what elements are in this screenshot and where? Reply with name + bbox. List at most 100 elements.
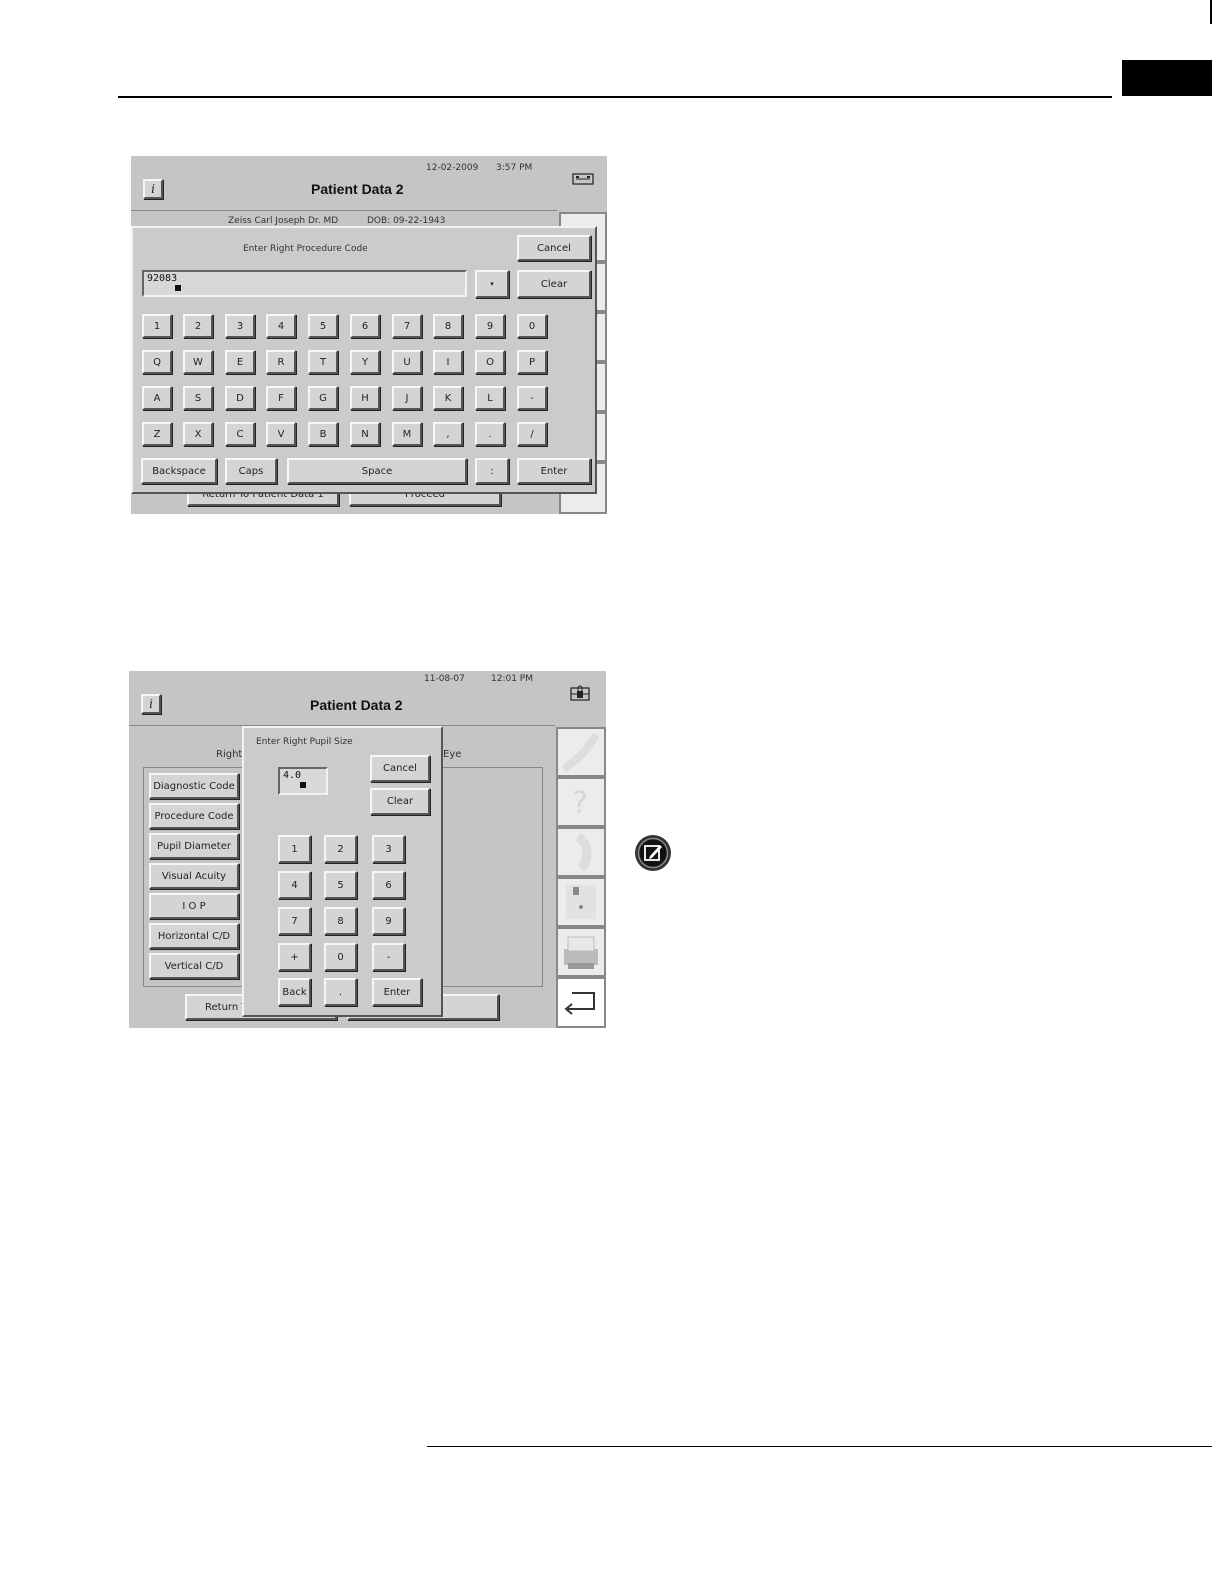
- key-3-9[interactable]: /: [517, 422, 547, 446]
- keyboard-dialog: Enter Right Procedure Code Cancel 92083 …: [131, 226, 597, 494]
- key-1-7[interactable]: I: [433, 350, 463, 374]
- key-3-7[interactable]: ,: [433, 422, 463, 446]
- data-button-6[interactable]: Vertical C/D: [149, 953, 239, 979]
- colon-key[interactable]: :: [475, 458, 509, 484]
- key-3-4[interactable]: B: [308, 422, 338, 446]
- person-icon[interactable]: [556, 827, 606, 877]
- clear-button[interactable]: Clear: [517, 270, 591, 298]
- dot-key[interactable]: .: [324, 978, 357, 1006]
- key-3-1[interactable]: X: [183, 422, 213, 446]
- key-2-8[interactable]: L: [475, 386, 505, 410]
- print-icon[interactable]: [556, 927, 606, 977]
- clear-button[interactable]: Clear: [370, 788, 430, 815]
- keypad-key-3-1[interactable]: 0: [324, 943, 357, 971]
- key-1-0[interactable]: Q: [142, 350, 172, 374]
- key-0-8[interactable]: 9: [475, 314, 505, 338]
- data-button-4[interactable]: I O P: [149, 893, 239, 919]
- key-0-9[interactable]: 0: [517, 314, 547, 338]
- patient-name: Zeiss Carl Joseph Dr. MD: [228, 216, 339, 226]
- key-3-8[interactable]: .: [475, 422, 505, 446]
- page-title: Patient Data 2: [311, 181, 404, 197]
- enter-button[interactable]: Enter: [372, 978, 422, 1006]
- lock-network-icon: [569, 684, 591, 702]
- keypad-key-3-2[interactable]: -: [372, 943, 405, 971]
- help-icon[interactable]: ?: [556, 777, 606, 827]
- keypad-key-2-0[interactable]: 7: [278, 907, 311, 935]
- key-0-2[interactable]: 3: [225, 314, 255, 338]
- data-button-1[interactable]: Procedure Code: [149, 803, 239, 829]
- key-3-3[interactable]: V: [266, 422, 296, 446]
- key-1-5[interactable]: Y: [350, 350, 380, 374]
- header-divider: [131, 210, 557, 211]
- keypad-key-3-0[interactable]: +: [278, 943, 311, 971]
- key-2-4[interactable]: G: [308, 386, 338, 410]
- data-button-2[interactable]: Pupil Diameter: [149, 833, 239, 859]
- footer-rule: [427, 1446, 1212, 1447]
- back-button[interactable]: Back: [278, 978, 311, 1006]
- key-2-1[interactable]: S: [183, 386, 213, 410]
- key-2-0[interactable]: A: [142, 386, 172, 410]
- data-button-5[interactable]: Horizontal C/D: [149, 923, 239, 949]
- key-0-4[interactable]: 5: [308, 314, 338, 338]
- keypad-key-1-2[interactable]: 6: [372, 871, 405, 899]
- key-1-1[interactable]: W: [183, 350, 213, 374]
- procedure-code-value: 92083: [147, 273, 178, 284]
- key-2-7[interactable]: K: [433, 386, 463, 410]
- key-0-7[interactable]: 8: [433, 314, 463, 338]
- key-2-3[interactable]: F: [266, 386, 296, 410]
- keypad-key-0-2[interactable]: 3: [372, 835, 405, 863]
- key-3-5[interactable]: N: [350, 422, 380, 446]
- key-1-3[interactable]: R: [266, 350, 296, 374]
- keypad-key-1-1[interactable]: 5: [324, 871, 357, 899]
- key-3-2[interactable]: C: [225, 422, 255, 446]
- save-disk-icon[interactable]: [556, 877, 606, 927]
- dropdown-button[interactable]: ▾: [475, 270, 509, 298]
- keypad-key-2-1[interactable]: 8: [324, 907, 357, 935]
- pupil-size-value: 4.0: [283, 770, 302, 781]
- side-icon-curve[interactable]: [556, 727, 606, 777]
- eye-label: Eye: [443, 749, 462, 760]
- key-1-4[interactable]: T: [308, 350, 338, 374]
- date-label: 11-08-07: [424, 674, 465, 684]
- keypad-key-1-0[interactable]: 4: [278, 871, 311, 899]
- key-0-3[interactable]: 4: [266, 314, 296, 338]
- space-button[interactable]: Space: [287, 458, 467, 484]
- cancel-button[interactable]: Cancel: [517, 235, 591, 261]
- date-label: 12-02-2009: [426, 163, 479, 173]
- keypad-key-0-1[interactable]: 2: [324, 835, 357, 863]
- network-icon: [572, 172, 594, 185]
- key-1-2[interactable]: E: [225, 350, 255, 374]
- key-0-6[interactable]: 7: [392, 314, 422, 338]
- text-cursor: [300, 782, 306, 788]
- key-1-9[interactable]: P: [517, 350, 547, 374]
- page-title: Patient Data 2: [310, 697, 403, 713]
- backspace-button[interactable]: Backspace: [141, 458, 217, 484]
- key-2-2[interactable]: D: [225, 386, 255, 410]
- keypad-key-2-2[interactable]: 9: [372, 907, 405, 935]
- dialog-title: Enter Right Pupil Size: [256, 737, 353, 747]
- procedure-code-input[interactable]: 92083: [142, 270, 467, 297]
- key-1-8[interactable]: O: [475, 350, 505, 374]
- time-label: 12:01 PM: [491, 674, 533, 684]
- keypad-key-0-0[interactable]: 1: [278, 835, 311, 863]
- key-0-1[interactable]: 2: [183, 314, 213, 338]
- key-2-5[interactable]: H: [350, 386, 380, 410]
- return-arrow-icon[interactable]: [556, 977, 606, 1028]
- data-button-3[interactable]: Visual Acuity: [149, 863, 239, 889]
- caps-button[interactable]: Caps: [225, 458, 277, 484]
- patient-dob: DOB: 09-22-1943: [367, 216, 446, 226]
- key-0-0[interactable]: 1: [142, 314, 172, 338]
- key-0-5[interactable]: 6: [350, 314, 380, 338]
- info-button[interactable]: i: [141, 694, 161, 714]
- key-3-6[interactable]: M: [392, 422, 422, 446]
- enter-button[interactable]: Enter: [517, 458, 591, 484]
- cancel-button[interactable]: Cancel: [370, 755, 430, 782]
- key-1-6[interactable]: U: [392, 350, 422, 374]
- data-button-0[interactable]: Diagnostic Code: [149, 773, 239, 799]
- key-2-9[interactable]: -: [517, 386, 547, 410]
- pupil-size-input[interactable]: 4.0: [278, 767, 328, 795]
- key-3-0[interactable]: Z: [142, 422, 172, 446]
- key-2-6[interactable]: J: [392, 386, 422, 410]
- screenshot-pupil-size: 11-08-07 12:01 PM i Patient Data 2 Right…: [129, 671, 606, 1028]
- info-button[interactable]: i: [143, 179, 163, 199]
